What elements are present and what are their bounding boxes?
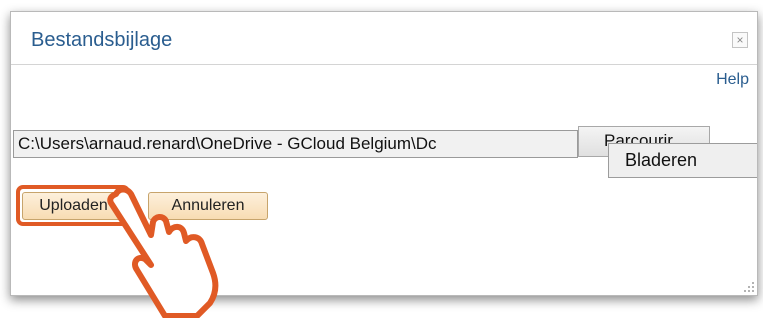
file-path-field[interactable]: C:\Users\arnaud.renard\OneDrive - GCloud… <box>13 130 578 158</box>
dialog-title: Bestandsbijlage <box>31 29 173 51</box>
browse-tooltip: Bladeren <box>608 143 757 178</box>
resize-grip-icon[interactable] <box>743 281 755 293</box>
close-icon[interactable]: × <box>732 32 748 48</box>
hand-pointer-icon <box>107 186 219 318</box>
dialog-titlebar: Bestandsbijlage × <box>11 12 757 65</box>
screenshot-stage: Bestandsbijlage × Help C:\Users\arnaud.r… <box>0 0 763 318</box>
help-link[interactable]: Help <box>716 71 749 89</box>
